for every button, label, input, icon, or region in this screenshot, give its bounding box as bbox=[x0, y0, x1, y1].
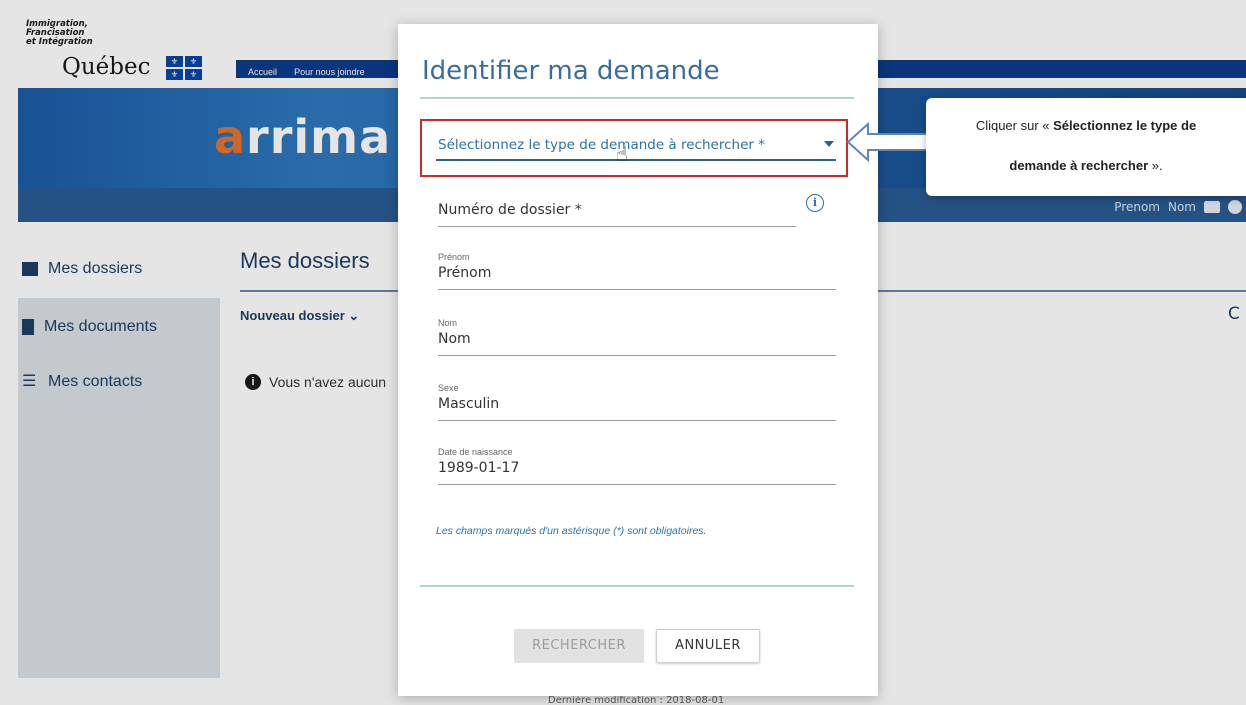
dossier-number-placeholder: Numéro de dossier * bbox=[438, 202, 582, 218]
dropdown-caret-icon bbox=[824, 141, 834, 147]
select-underline bbox=[436, 159, 836, 161]
birth-date-field[interactable]: Date de naissance 1989-01-17 bbox=[438, 447, 836, 485]
field-label: Prénom bbox=[438, 252, 470, 262]
sex-field[interactable]: Sexe Masculin bbox=[438, 383, 836, 421]
identify-request-dialog: Identifier ma demande Sélectionnez le ty… bbox=[398, 24, 878, 696]
callout-line-1: Cliquer sur « Sélectionnez le type de bbox=[926, 118, 1246, 133]
callout-text: ». bbox=[1148, 158, 1163, 173]
cancel-button[interactable]: ANNULER bbox=[656, 629, 760, 663]
callout-text: Cliquer sur « bbox=[975, 118, 1054, 133]
field-underline bbox=[438, 226, 796, 227]
dialog-title-divider bbox=[420, 97, 854, 99]
field-label: Nom bbox=[438, 318, 458, 328]
callout-bold-text: demande à rechercher bbox=[1009, 158, 1149, 173]
last-name-field[interactable]: Nom Nom bbox=[438, 318, 836, 356]
dialog-title: Identifier ma demande bbox=[422, 56, 720, 86]
hand-cursor-icon: ☝ bbox=[616, 142, 629, 166]
callout-bold-text: Sélectionnez le type de bbox=[1053, 118, 1197, 133]
pointer-arrow-icon bbox=[846, 121, 929, 163]
field-underline bbox=[438, 289, 836, 290]
field-value: 1989-01-17 bbox=[438, 460, 520, 476]
dialog-footer-divider bbox=[420, 585, 854, 587]
required-fields-note: Les champs marqués d'un astérisque (*) s… bbox=[436, 525, 707, 537]
callout-line-2: demande à rechercher ». bbox=[926, 158, 1246, 173]
field-underline bbox=[438, 420, 836, 421]
dossier-number-field[interactable]: Numéro de dossier * bbox=[438, 202, 796, 227]
search-button[interactable]: RECHERCHER bbox=[514, 629, 644, 663]
field-label: Date de naissance bbox=[438, 447, 513, 457]
request-type-placeholder: Sélectionnez le type de demande à recher… bbox=[438, 137, 765, 153]
field-value: Nom bbox=[438, 331, 471, 347]
field-underline bbox=[438, 484, 836, 485]
field-label: Sexe bbox=[438, 383, 459, 393]
request-type-select[interactable]: Sélectionnez le type de demande à recher… bbox=[420, 119, 848, 177]
field-value: Masculin bbox=[438, 396, 500, 412]
instruction-callout: Cliquer sur « Sélectionnez le type de de… bbox=[926, 98, 1246, 196]
info-circle-icon[interactable]: i bbox=[806, 194, 824, 212]
field-value: Prénom bbox=[438, 265, 492, 281]
first-name-field[interactable]: Prénom Prénom bbox=[438, 252, 836, 290]
page: Immigration, Francisation et Intégration… bbox=[0, 0, 1246, 705]
field-underline bbox=[438, 355, 836, 356]
